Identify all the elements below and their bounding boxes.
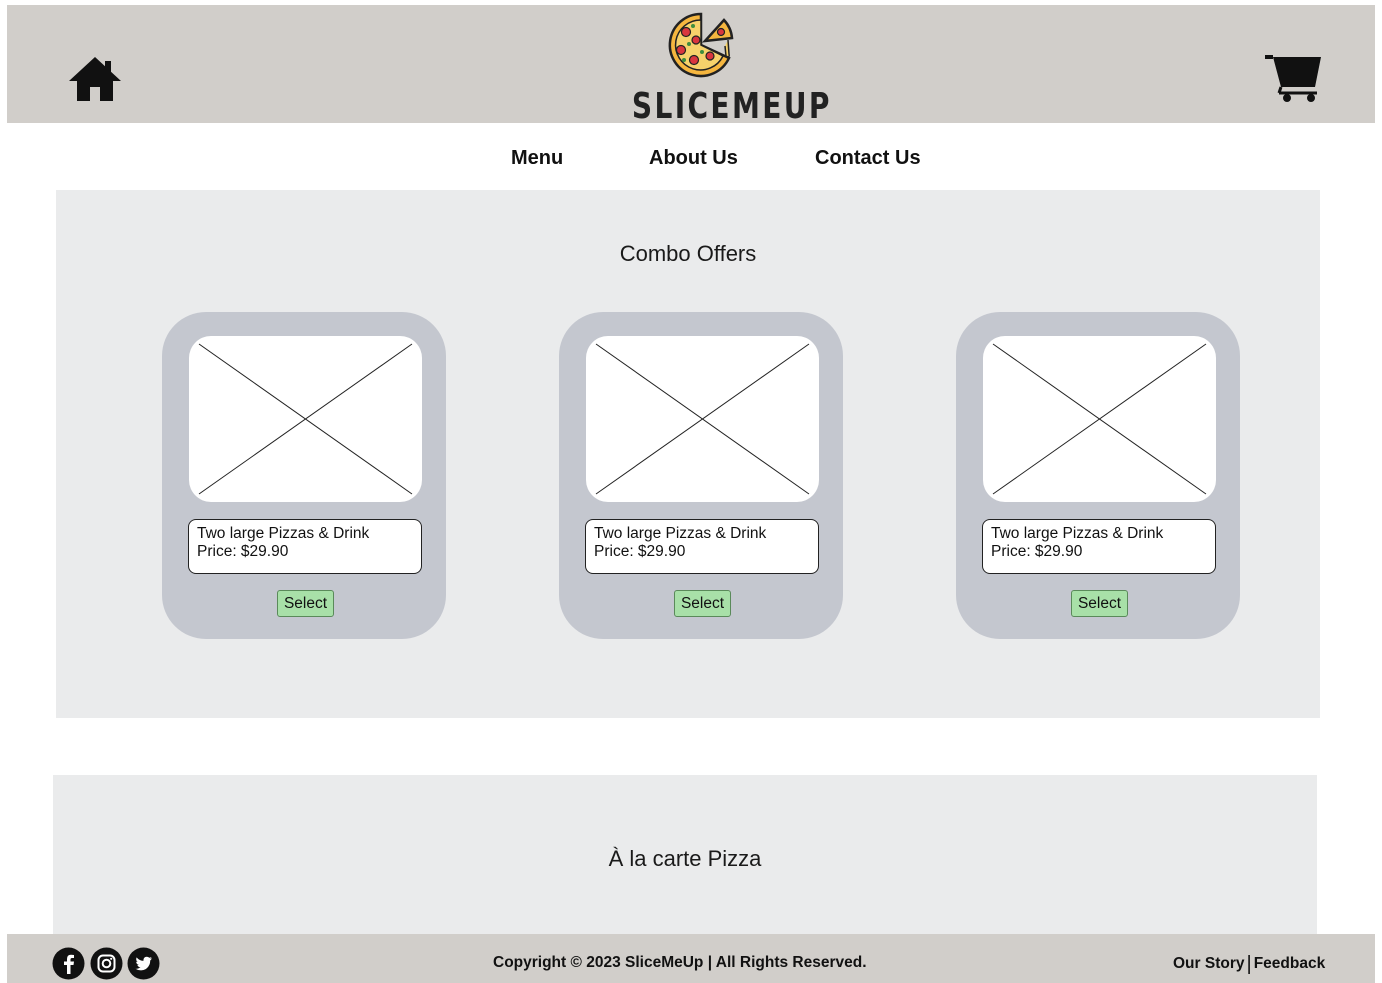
card-name: Two large Pizzas & Drink	[594, 525, 767, 542]
copyright-text: Copyright © 2023 SliceMeUp | All Rights …	[493, 954, 867, 971]
footer-link-feedback[interactable]: Feedback	[1254, 955, 1326, 972]
select-button[interactable]: Select	[674, 590, 731, 617]
alacarte-section: À la carte Pizza	[53, 775, 1317, 937]
pizza-icon	[666, 10, 736, 80]
page: SLICEMEUP Menu About Us Contact Us Combo…	[7, 5, 1375, 983]
twitter-icon[interactable]	[127, 947, 160, 980]
card-details: Two large Pizzas & Drink Price: $29.90	[982, 519, 1216, 574]
card-price: Price: $29.90	[197, 543, 289, 560]
combo-card: Two large Pizzas & Drink Price: $29.90 S…	[162, 312, 446, 639]
section-title: Combo Offers	[619, 241, 757, 266]
home-icon[interactable]	[67, 55, 123, 103]
brand-logo[interactable]: SLICEMEUP	[611, 10, 829, 127]
instagram-icon[interactable]	[90, 947, 123, 980]
combo-offers-section: Combo Offers Two large Pizzas & Drink Pr…	[56, 190, 1320, 718]
footer-links: Our Story | Feedback	[1173, 951, 1326, 975]
image-placeholder	[983, 336, 1216, 502]
select-button[interactable]: Select	[1071, 590, 1128, 617]
card-name: Two large Pizzas & Drink	[197, 525, 370, 542]
card-name: Two large Pizzas & Drink	[991, 525, 1164, 542]
section-title: À la carte Pizza	[608, 846, 762, 871]
card-price: Price: $29.90	[991, 543, 1083, 560]
header: SLICEMEUP	[7, 5, 1375, 127]
brand-name: SLICEMEUP	[631, 86, 832, 127]
cart-icon[interactable]	[1263, 53, 1323, 103]
footer-link-our-story[interactable]: Our Story	[1173, 955, 1244, 972]
facebook-icon[interactable]	[52, 947, 85, 980]
image-placeholder	[189, 336, 422, 502]
nav-item-menu[interactable]: Menu	[511, 147, 563, 170]
nav-item-contact-us[interactable]: Contact Us	[815, 147, 921, 170]
combo-card: Two large Pizzas & Drink Price: $29.90 S…	[559, 312, 843, 639]
link-separator: |	[1246, 953, 1252, 975]
nav-item-about-us[interactable]: About Us	[649, 147, 738, 170]
footer: Copyright © 2023 SliceMeUp | All Rights …	[7, 934, 1375, 983]
select-button[interactable]: Select	[277, 590, 334, 617]
combo-card: Two large Pizzas & Drink Price: $29.90 S…	[956, 312, 1240, 639]
main-nav: Menu About Us Contact Us	[7, 123, 1375, 189]
image-placeholder	[586, 336, 819, 502]
card-details: Two large Pizzas & Drink Price: $29.90	[188, 519, 422, 574]
card-price: Price: $29.90	[594, 543, 686, 560]
card-details: Two large Pizzas & Drink Price: $29.90	[585, 519, 819, 574]
